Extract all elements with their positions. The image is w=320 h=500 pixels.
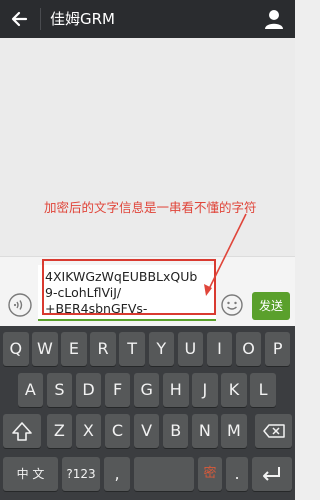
emoji-icon[interactable] [221, 294, 243, 316]
chat-title: 佳姆GRM [50, 10, 115, 28]
key-d[interactable]: D [75, 373, 102, 407]
title-bar: 佳姆GRM [0, 0, 295, 38]
key-z[interactable]: Z [46, 414, 73, 448]
enter-icon [263, 467, 280, 481]
key-t[interactable]: T [119, 332, 145, 366]
key-n[interactable]: N [192, 414, 218, 448]
encrypt-key[interactable]: 密 [198, 457, 222, 491]
key-h[interactable]: H [163, 373, 189, 407]
key-s[interactable]: S [46, 373, 73, 407]
shift-icon [12, 422, 32, 441]
key-k[interactable]: K [221, 373, 247, 407]
key-q[interactable]: Q [3, 332, 29, 366]
key-p[interactable]: P [264, 332, 291, 366]
title-divider [40, 8, 41, 30]
key-l[interactable]: L [250, 373, 276, 407]
key-u[interactable]: U [177, 332, 204, 366]
enter-key[interactable] [252, 457, 292, 491]
person-icon[interactable] [261, 6, 287, 32]
key-m[interactable]: M [221, 414, 247, 448]
chat-area [0, 38, 295, 256]
comma-key[interactable]: , [104, 457, 130, 491]
key-w[interactable]: W [32, 332, 58, 366]
voice-icon[interactable] [8, 293, 32, 317]
highlight-box [42, 259, 216, 315]
back-arrow-icon[interactable] [6, 5, 34, 33]
symbols-key[interactable]: ?123 [62, 457, 100, 491]
key-r[interactable]: R [90, 332, 116, 366]
key-x[interactable]: X [75, 414, 102, 448]
keyboard: QWERTYUIOP ASDFGHJKL ZXCVBNM 中 文 ?123 , … [0, 326, 295, 500]
key-i[interactable]: I [206, 332, 233, 366]
delete-icon [263, 424, 285, 438]
annotation-text: 加密后的文字信息是一串看不懂的字符 [44, 200, 257, 215]
delete-key[interactable] [255, 414, 292, 448]
period-key[interactable]: . [226, 457, 248, 491]
space-key[interactable] [134, 457, 194, 491]
key-f[interactable]: F [104, 373, 131, 407]
language-key[interactable]: 中 文 [3, 457, 58, 491]
send-button[interactable]: 发送 [252, 292, 290, 320]
key-y[interactable]: Y [148, 332, 175, 366]
key-j[interactable]: J [192, 373, 218, 407]
key-o[interactable]: O [235, 332, 262, 366]
key-b[interactable]: B [162, 414, 189, 448]
key-g[interactable]: G [133, 373, 160, 407]
key-e[interactable]: E [61, 332, 87, 366]
key-c[interactable]: C [104, 414, 131, 448]
key-v[interactable]: V [133, 414, 160, 448]
shift-key[interactable] [3, 414, 41, 448]
key-a[interactable]: A [17, 373, 44, 407]
